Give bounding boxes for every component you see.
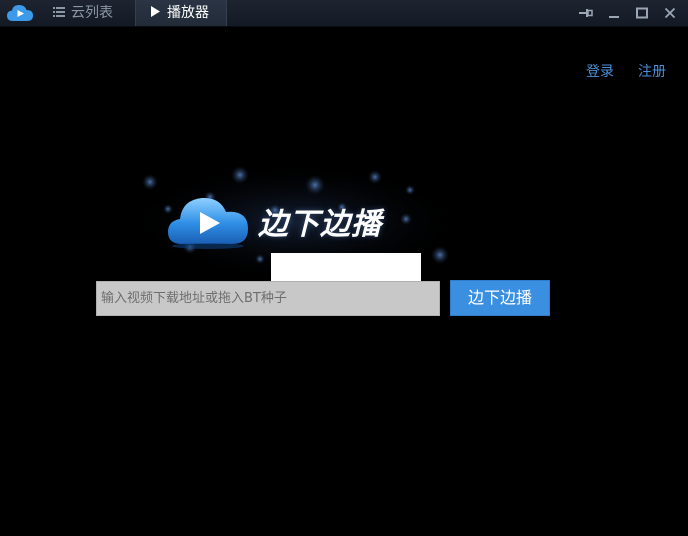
play-while-download-button[interactable]: 边下边播 <box>450 280 550 316</box>
tab-label: 云列表 <box>71 5 113 21</box>
video-url-input[interactable] <box>96 281 440 316</box>
cloud-play-icon <box>168 197 248 249</box>
pin-icon[interactable] <box>572 0 600 26</box>
tab-label: 播放器 <box>167 5 209 21</box>
close-icon[interactable] <box>656 0 684 26</box>
brand-name: 边下边播 <box>258 207 382 242</box>
login-link[interactable]: 登录 <box>586 61 614 81</box>
minimize-icon[interactable] <box>600 0 628 26</box>
window-controls <box>572 0 684 26</box>
app-window: 云列表 播放器 登录 注册 边下边播 输入视频下载地址或拖入BT种子 边下边播 <box>0 0 688 536</box>
tab-player[interactable]: 播放器 <box>135 0 227 26</box>
titlebar: 云列表 播放器 <box>0 0 688 27</box>
tab-cloud-list[interactable]: 云列表 <box>40 0 134 26</box>
maximize-icon[interactable] <box>628 0 656 26</box>
list-icon <box>52 0 66 26</box>
cloud-play-icon[interactable] <box>6 3 34 23</box>
register-link[interactable]: 注册 <box>638 61 666 81</box>
player-home: 登录 注册 边下边播 输入视频下载地址或拖入BT种子 边下边播 <box>0 27 688 536</box>
play-icon <box>148 0 162 26</box>
